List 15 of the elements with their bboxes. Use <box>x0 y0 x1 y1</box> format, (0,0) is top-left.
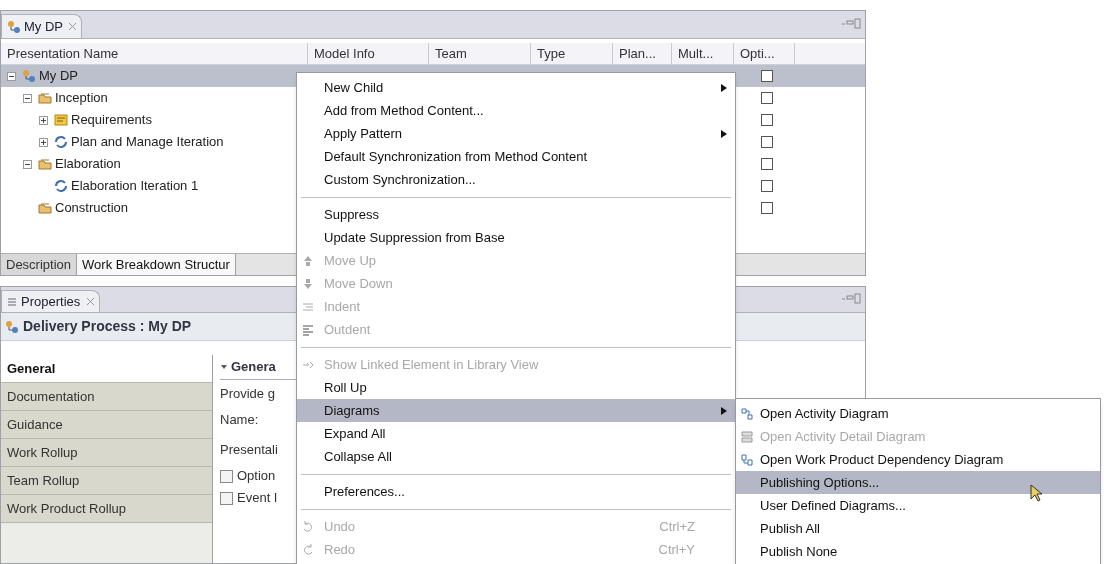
field-label: Name: <box>220 411 259 430</box>
tree-label: Plan and Manage Iteration <box>71 133 224 152</box>
field-label: Presentali <box>220 441 278 460</box>
checkbox-label: Option <box>237 467 276 486</box>
tree-label: Elaboration Iteration 1 <box>71 177 199 196</box>
shortcut-label: Ctrl+Y <box>658 540 695 559</box>
tree-label: Inception <box>55 89 108 108</box>
tree-label: My DP <box>39 67 78 86</box>
section-description: Provide g <box>220 384 275 403</box>
tree-label: Requirements <box>71 111 152 130</box>
properties-heading: Delivery Process : My DP <box>23 317 192 336</box>
shortcut-label: Ctrl+Z <box>659 517 695 536</box>
tree-label: Construction <box>55 199 128 218</box>
checkbox-label: Event I <box>237 489 278 508</box>
tree-label: Elaboration <box>55 155 121 174</box>
